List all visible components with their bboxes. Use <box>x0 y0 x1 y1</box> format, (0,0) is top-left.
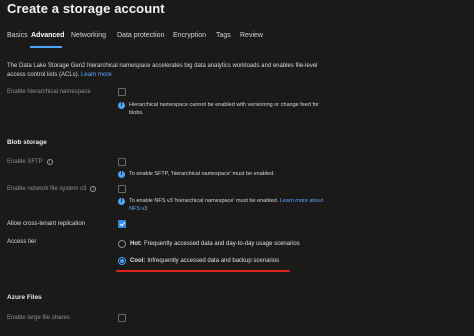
large-file-shares-label-text: Enable large file shares <box>7 315 70 321</box>
nfs-info-text: To enable NFS v3 'hierarchical namespace… <box>129 198 279 204</box>
access-tier-label: Access tier <box>7 239 36 245</box>
hierarchical-namespace-info: i Hierarchical namespace cannot be enabl… <box>118 101 333 117</box>
info-icon: i <box>118 198 125 205</box>
nfs-info: i To enable NFS v3 'hierarchical namespa… <box>118 197 333 213</box>
hierarchical-namespace-label: Enable hierarchical namespace <box>7 89 91 95</box>
large-file-shares-label: Enable large file shares <box>7 315 70 321</box>
sftp-info: i To enable SFTP, 'hierarchical namespac… <box>118 170 333 178</box>
nfs-checkbox[interactable] <box>118 185 126 193</box>
access-tier-cool-option[interactable]: Cool: Infrequently accessed data and bac… <box>118 257 279 265</box>
nfs-label: Enable network file system v3 i <box>7 186 97 192</box>
cross-tenant-label-text: Allow cross-tenant replication <box>7 221 86 227</box>
cross-tenant-label: Allow cross-tenant replication <box>7 221 85 227</box>
cool-name: Cool: <box>130 258 146 264</box>
page-title: Create a storage account <box>7 1 165 16</box>
tab-data-protection[interactable]: Data protection <box>117 32 164 39</box>
highlight-underline <box>116 270 290 272</box>
tab-tags[interactable]: Tags <box>216 32 231 39</box>
sftp-checkbox[interactable] <box>118 158 126 166</box>
info-icon[interactable]: i <box>90 186 97 192</box>
active-tab-indicator <box>30 46 62 48</box>
tab-encryption[interactable]: Encryption <box>173 32 206 39</box>
learn-more-link[interactable]: Learn more <box>81 72 112 78</box>
tab-basics[interactable]: Basics <box>7 32 28 39</box>
cross-tenant-checkbox[interactable] <box>118 220 126 228</box>
info-icon[interactable]: i <box>46 159 53 165</box>
info-icon: i <box>118 171 125 178</box>
access-tier-hot-option[interactable]: Hot: Frequently accessed data and day-to… <box>118 240 300 248</box>
description-text: The Data Lake Storage Gen2 hierarchical … <box>7 63 318 78</box>
hierarchical-namespace-info-text: Hierarchical namespace cannot be enabled… <box>129 102 319 116</box>
tab-networking[interactable]: Networking <box>71 32 106 39</box>
radio-hot[interactable] <box>118 240 126 248</box>
tab-advanced[interactable]: Advanced <box>31 32 64 39</box>
tab-review[interactable]: Review <box>240 32 263 39</box>
azure-files-heading: Azure Files <box>7 294 42 301</box>
blob-storage-heading: Blob storage <box>7 139 47 146</box>
sftp-label: Enable SFTP i <box>7 159 53 165</box>
access-tier-label-text: Access tier <box>7 239 37 245</box>
hot-name: Hot: <box>130 241 142 247</box>
nfs-label-text: Enable network file system v3 <box>7 186 87 192</box>
info-icon: i <box>118 102 125 109</box>
large-file-shares-checkbox[interactable] <box>118 314 126 322</box>
radio-cool[interactable] <box>118 257 126 265</box>
hierarchical-namespace-label-text: Enable hierarchical namespace <box>7 89 91 95</box>
cool-desc: Infrequently accessed data and backup sc… <box>147 258 280 264</box>
hot-desc: Frequently accessed data and day-to-day … <box>144 241 300 247</box>
description: The Data Lake Storage Gen2 hierarchical … <box>7 62 327 80</box>
sftp-label-text: Enable SFTP <box>7 159 43 165</box>
sftp-info-text: To enable SFTP, 'hierarchical namespace'… <box>129 171 275 177</box>
tab-bar: Basics Advanced Networking Data protecti… <box>0 32 474 46</box>
hierarchical-namespace-checkbox[interactable] <box>118 88 126 96</box>
